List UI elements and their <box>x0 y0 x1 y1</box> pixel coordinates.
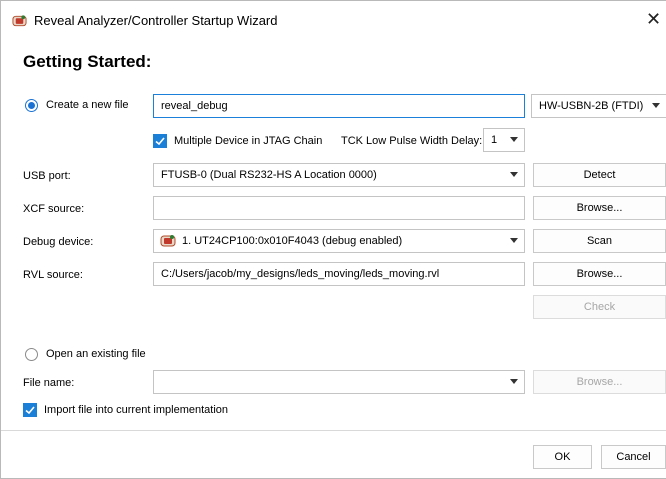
debug-device-label: Debug device: <box>23 236 94 248</box>
tck-delay-select[interactable]: 1 <box>483 128 525 152</box>
chevron-down-icon <box>510 172 518 177</box>
title-bar: Reveal Analyzer/Controller Startup Wizar… <box>1 1 666 39</box>
xcf-source-input[interactable] <box>153 196 525 220</box>
page-title: Getting Started: <box>23 52 152 71</box>
xcf-source-label: XCF source: <box>23 203 85 215</box>
open-existing-label: Open an existing file <box>46 348 146 360</box>
close-icon[interactable]: ✕ <box>646 10 661 28</box>
rvl-source-label: RVL source: <box>23 269 83 281</box>
import-file-checkbox[interactable] <box>23 403 37 417</box>
usb-port-label: USB port: <box>23 170 71 182</box>
rvl-browse-button[interactable]: Browse... <box>533 262 666 286</box>
checkmark-icon <box>25 406 35 415</box>
xcf-browse-button[interactable]: Browse... <box>533 196 666 220</box>
rvl-source-input[interactable]: C:/Users/jacob/my_designs/leds_moving/le… <box>153 262 525 286</box>
wizard-window: Reveal Analyzer/Controller Startup Wizar… <box>0 0 666 479</box>
chevron-down-icon <box>510 238 518 243</box>
device-icon <box>160 235 176 247</box>
app-icon <box>12 15 27 27</box>
checkmark-icon <box>155 137 165 146</box>
file-name-label: File name: <box>23 377 75 389</box>
dialog-footer: OK Cancel <box>1 431 666 478</box>
tck-label: TCK Low Pulse Width Delay: <box>341 135 483 147</box>
new-file-name-input[interactable]: reveal_debug <box>153 94 525 118</box>
chevron-down-icon <box>510 137 518 142</box>
usb-port-select[interactable]: FTUSB-0 (Dual RS232-HS A Location 0000) <box>153 163 525 187</box>
chevron-down-icon <box>652 103 660 108</box>
multi-device-label: Multiple Device in JTAG Chain <box>174 135 323 147</box>
ok-button[interactable]: OK <box>533 445 592 469</box>
debug-device-select[interactable]: 1. UT24CP100:0x010F4043 (debug enabled) <box>153 229 525 253</box>
create-new-label: Create a new file <box>46 99 129 111</box>
file-name-select[interactable] <box>153 370 525 394</box>
import-file-label: Import file into current implementation <box>44 404 229 416</box>
check-button[interactable]: Check <box>533 295 666 319</box>
create-new-radio[interactable] <box>25 99 38 112</box>
chevron-down-icon <box>510 379 518 384</box>
cancel-button[interactable]: Cancel <box>601 445 666 469</box>
multi-device-checkbox[interactable] <box>153 134 167 148</box>
file-browse-button[interactable]: Browse... <box>533 370 666 394</box>
window-title: Reveal Analyzer/Controller Startup Wizar… <box>34 13 278 28</box>
cable-select[interactable]: HW-USBN-2B (FTDI) <box>531 94 666 118</box>
open-existing-radio[interactable] <box>25 348 38 361</box>
detect-button[interactable]: Detect <box>533 163 666 187</box>
scan-button[interactable]: Scan <box>533 229 666 253</box>
